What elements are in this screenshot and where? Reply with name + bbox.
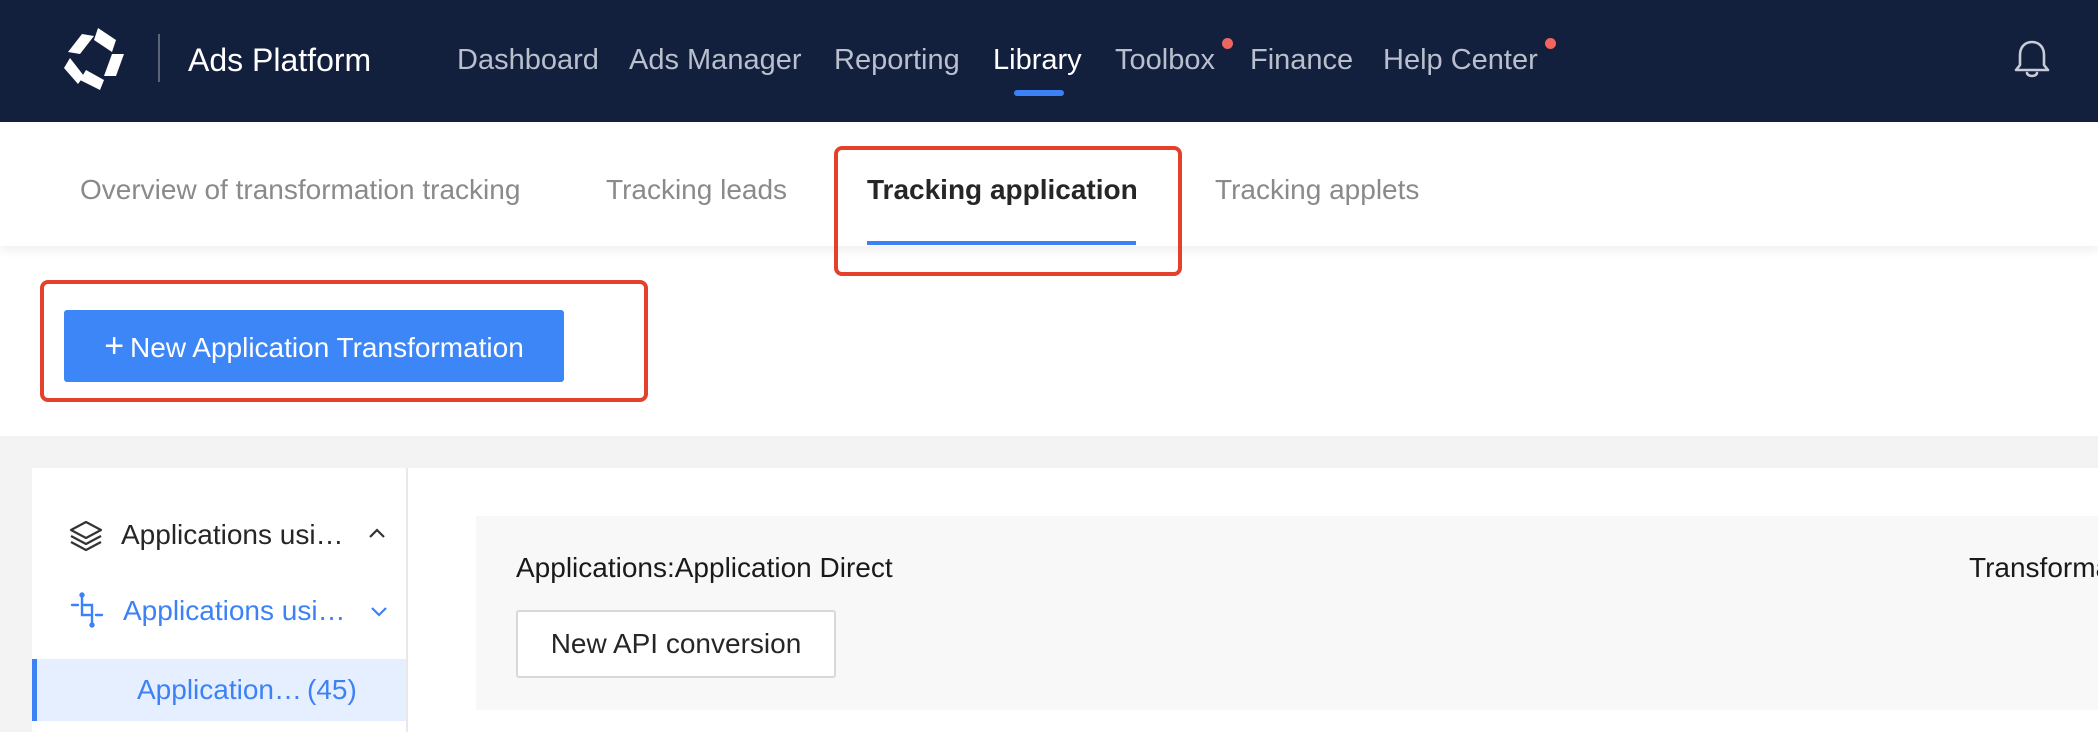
brand-divider [158,34,160,82]
tab-tracking-leads[interactable]: Tracking leads [606,172,787,208]
nav-help-center[interactable]: Help Center [1383,40,1538,80]
sidebar-item-label: Applications usi… [123,595,346,626]
sidebar: Applications usi… Applications usi… Appl… [32,468,408,732]
new-api-conversion-button[interactable]: New API conversion [516,610,836,678]
nav-reporting[interactable]: Reporting [834,40,960,80]
sidebar-item-applications-group-2[interactable]: Applications usi… [32,579,406,641]
tab-overview-transformation-tracking[interactable]: Overview of transformation tracking [80,172,520,208]
card-title: Applications:Application Direct [516,552,893,583]
brand-name: Ads Platform [188,42,372,78]
layers-icon [69,520,103,552]
toolbox-notification-dot [1222,38,1233,49]
brand-logo-icon[interactable] [60,24,132,94]
sidebar-item-label: Applications usi… [121,519,344,550]
nav-dashboard[interactable]: Dashboard [457,40,599,80]
help-center-notification-dot [1545,38,1556,49]
nav-active-indicator [1014,90,1064,96]
sidebar-sub-item-label: Application… [137,674,302,705]
nav-ads-manager[interactable]: Ads Manager [629,40,802,80]
chevron-down-icon [371,607,387,617]
tab-tracking-applets[interactable]: Tracking applets [1215,172,1419,208]
chevron-up-icon [369,528,385,538]
top-nav-bar: Ads Platform Dashboard Ads Manager Repor… [0,0,2098,122]
nav-toolbox[interactable]: Toolbox [1115,40,1215,80]
nav-library[interactable]: Library [993,40,1082,80]
sidebar-sub-item-count: (45) [307,674,357,705]
sidebar-sub-item-application[interactable]: Application… (45) [32,659,406,721]
api-link-icon [70,592,104,628]
card-right-label: Transformation [1969,552,2098,583]
nav-finance[interactable]: Finance [1250,40,1353,80]
highlight-box-tab [834,146,1182,276]
sidebar-item-applications-group-1[interactable]: Applications usi… [32,503,406,565]
highlight-box-button [40,280,648,402]
bell-icon[interactable] [2013,38,2051,80]
